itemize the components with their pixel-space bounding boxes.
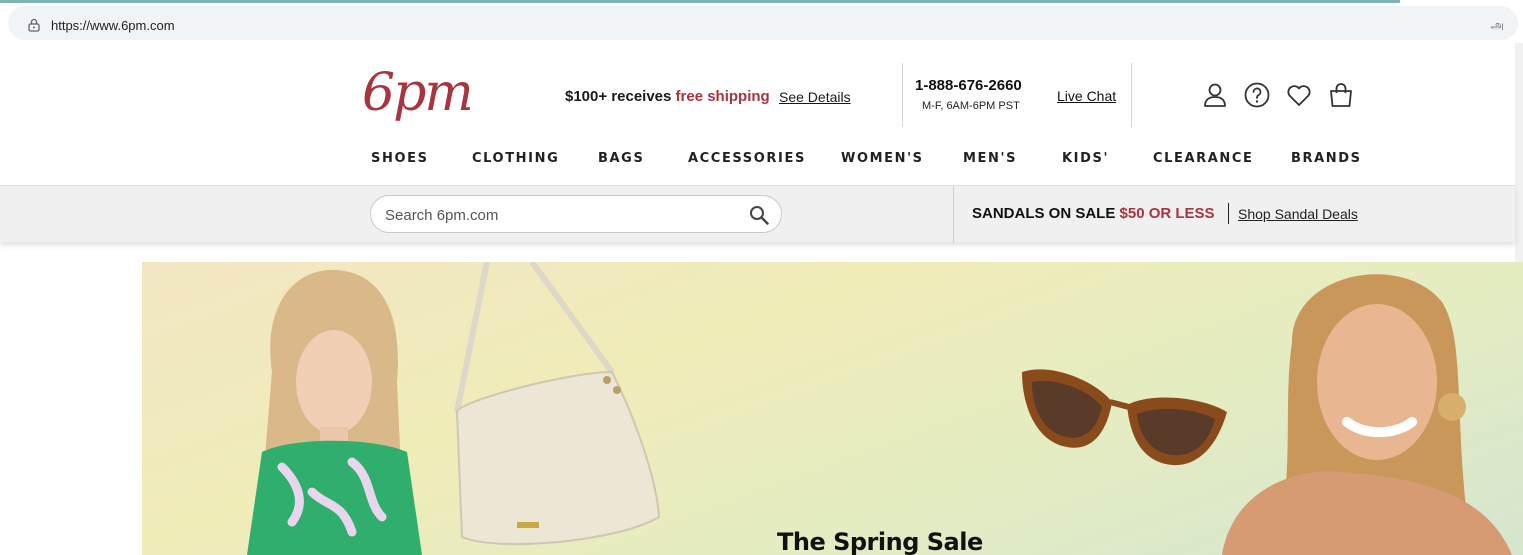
promo-separator [1228,203,1229,224]
shipping-prefix: $100+ receives [565,88,676,105]
nav-item-mens[interactable]: MEN'S [963,151,1017,166]
subbar-divider [953,186,954,243]
shipping-highlight: free shipping [675,88,770,105]
model-right-image [1222,274,1512,555]
phone-number[interactable]: 1-888-676-2660 [915,77,1022,94]
main-nav: SHOES CLOTHING BAGS ACCESSORIES WOMEN'S … [0,151,1515,185]
hero-banner[interactable]: The Spring Sale [142,262,1523,555]
nav-item-womens[interactable]: WOMEN'S [841,151,924,166]
nav-item-clearance[interactable]: CLEARANCE [1153,151,1254,166]
search-icon[interactable] [749,205,769,225]
see-details-link[interactable]: See Details [779,89,851,105]
help-icon[interactable] [1243,81,1271,109]
nav-item-shoes[interactable]: SHOES [371,151,429,166]
search-promo-bar: SANDALS ON SALE $50 OR LESS Shop Sandal … [0,185,1515,243]
cart-icon[interactable] [1327,81,1355,109]
account-icon[interactable] [1201,81,1229,109]
nav-item-kids[interactable]: KIDS' [1062,151,1109,166]
lock-icon[interactable] [28,18,40,32]
handbag-image [454,262,661,546]
sandal-promo: SANDALS ON SALE $50 OR LESS [972,205,1215,222]
support-hours: M-F, 6AM-6PM PST [922,100,1020,112]
nav-item-brands[interactable]: BRANDS [1291,151,1362,166]
header-divider [1131,63,1132,127]
nav-item-bags[interactable]: BAGS [598,151,644,166]
address-bar[interactable]: https://www.6pm.com அ [8,6,1518,40]
sunglasses-image [1022,369,1227,466]
search-input[interactable] [385,204,725,226]
nav-item-accessories[interactable]: ACCESSORIES [688,151,806,166]
model-left-image [247,269,422,555]
shipping-banner: $100+ receives free shipping [565,88,770,105]
translate-icon[interactable]: அ [1491,18,1504,34]
browser-toolbar: https://www.6pm.com அ [0,3,1523,43]
hero-title: The Spring Sale [777,528,983,555]
url-text[interactable]: https://www.6pm.com [51,18,175,33]
header-divider [902,63,903,127]
site-logo[interactable]: 6pm [362,63,474,123]
promo-highlight: $50 OR LESS [1119,205,1215,222]
shop-sandal-deals-link[interactable]: Shop Sandal Deals [1238,206,1358,222]
site-header: 6pm $100+ receives free shipping See Det… [0,43,1515,185]
heart-icon[interactable] [1285,81,1313,109]
search-box[interactable] [370,195,782,233]
nav-item-clothing[interactable]: CLOTHING [472,151,559,166]
live-chat-link[interactable]: Live Chat [1057,88,1116,104]
promo-prefix: SANDALS ON SALE [972,205,1120,222]
